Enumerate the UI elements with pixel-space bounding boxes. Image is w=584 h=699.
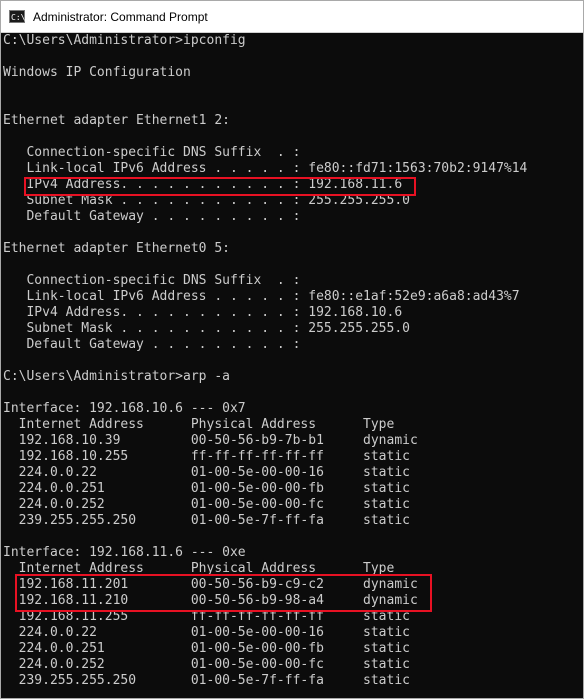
console-line: Subnet Mask . . . . . . . . . . . : 255.…	[3, 321, 410, 336]
console-line: Link-local IPv6 Address . . . . . : fe80…	[3, 161, 528, 176]
title-bar[interactable]: C:\ Administrator: Command Prompt	[1, 1, 583, 33]
console-line: Connection-specific DNS Suffix . :	[3, 273, 301, 288]
console-line: Default Gateway . . . . . . . . . :	[3, 209, 301, 224]
console-line: Internet Address Physical Address Type	[3, 561, 395, 576]
console-line: 192.168.11.201 00-50-56-b9-c9-c2 dynamic	[3, 577, 418, 592]
console-line: Connection-specific DNS Suffix . :	[3, 145, 301, 160]
console-line: C:\Users\Administrator>ipconfig	[3, 33, 246, 48]
console-line: 224.0.0.22 01-00-5e-00-00-16 static	[3, 625, 410, 640]
console-line: Interface: 192.168.11.6 --- 0xe	[3, 545, 246, 560]
console-line: 239.255.255.250 01-00-5e-7f-ff-fa static	[3, 673, 410, 688]
console-line: 224.0.0.252 01-00-5e-00-00-fc static	[3, 497, 410, 512]
console-line: 192.168.10.255 ff-ff-ff-ff-ff-ff static	[3, 449, 410, 464]
console-line: C:\Users\Administrator>arp -a	[3, 369, 230, 384]
console-line: Link-local IPv6 Address . . . . . : fe80…	[3, 289, 520, 304]
console-line: Ethernet adapter Ethernet1 2:	[3, 113, 230, 128]
console-line: 224.0.0.251 01-00-5e-00-00-fb static	[3, 641, 410, 656]
command-prompt-icon: C:\	[9, 10, 25, 23]
console-line: Subnet Mask . . . . . . . . . . . : 255.…	[3, 193, 410, 208]
console-line: Interface: 192.168.10.6 --- 0x7	[3, 401, 246, 416]
console-line: Ethernet adapter Ethernet0 5:	[3, 241, 230, 256]
console-line: IPv4 Address. . . . . . . . . . . : 192.…	[3, 305, 403, 320]
console-line: 224.0.0.251 01-00-5e-00-00-fb static	[3, 481, 410, 496]
console-line: 192.168.11.210 00-50-56-b9-98-a4 dynamic	[3, 593, 418, 608]
console-line: 192.168.11.255 ff-ff-ff-ff-ff-ff static	[3, 609, 410, 624]
console-output[interactable]: C:\Users\Administrator>ipconfig Windows I…	[3, 33, 581, 697]
console-line: Windows IP Configuration	[3, 65, 191, 80]
console-line: IPv4 Address. . . . . . . . . . . : 192.…	[3, 177, 403, 192]
command-prompt-window: C:\ Administrator: Command Prompt C:\Use…	[0, 0, 584, 699]
console-line: 224.0.0.252 01-00-5e-00-00-fc static	[3, 657, 410, 672]
console-line: Internet Address Physical Address Type	[3, 417, 395, 432]
console-line: Default Gateway . . . . . . . . . :	[3, 337, 301, 352]
window-title: Administrator: Command Prompt	[33, 9, 208, 24]
console-line: 192.168.10.39 00-50-56-b9-7b-b1 dynamic	[3, 433, 418, 448]
console-line: 224.0.0.22 01-00-5e-00-00-16 static	[3, 465, 410, 480]
console-line: 239.255.255.250 01-00-5e-7f-ff-fa static	[3, 513, 410, 528]
